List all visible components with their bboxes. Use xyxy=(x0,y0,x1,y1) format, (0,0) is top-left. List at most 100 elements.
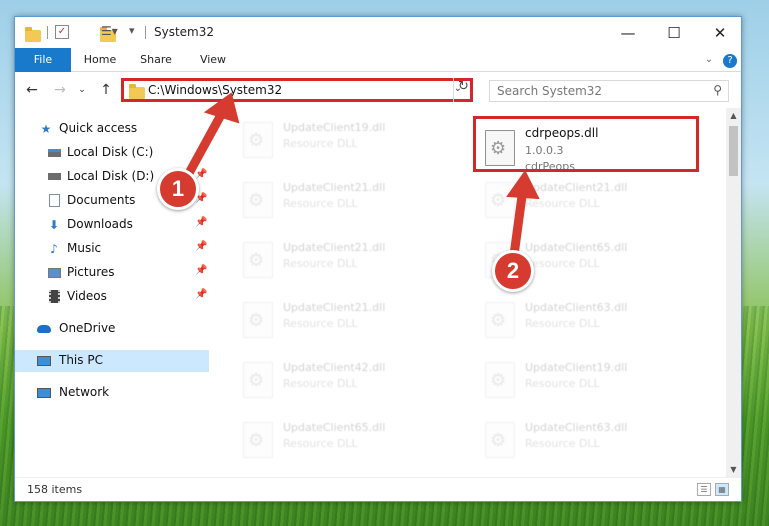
search-icon: ⚲ xyxy=(713,83,722,97)
documents-icon xyxy=(47,194,61,207)
title-bar: ✓ ☰▾ ▾ System32 — ☐ ✕ xyxy=(15,17,741,48)
nav-item-local-disk-c[interactable]: Local Disk (C:) xyxy=(15,142,209,164)
minimize-button[interactable]: — xyxy=(605,17,651,48)
highlight-box xyxy=(473,116,699,172)
file-type: Resource DLL xyxy=(283,317,358,330)
file-name: UpdateClient65.dll xyxy=(525,241,628,254)
back-button[interactable]: ← xyxy=(23,82,41,98)
file-type: Resource DLL xyxy=(283,437,358,450)
vertical-scrollbar[interactable]: ▲ ▼ xyxy=(726,108,741,478)
tab-view[interactable]: View xyxy=(191,48,235,72)
nav-item-label: Network xyxy=(59,385,110,399)
item-count: 158 items xyxy=(27,483,83,496)
dll-file-icon xyxy=(243,302,273,338)
customize-toolbar-icon[interactable]: ☰▾ xyxy=(101,24,118,42)
window-title: System32 xyxy=(154,25,215,39)
nav-item-this-pc[interactable]: This PC xyxy=(15,350,209,372)
nav-item-onedrive[interactable]: OneDrive xyxy=(15,318,209,340)
dll-file-icon xyxy=(485,182,515,218)
file-item[interactable]: UpdateClient63.dll Resource DLL xyxy=(477,292,707,348)
tab-share[interactable]: Share xyxy=(133,48,179,72)
pin-icon: 📌 xyxy=(195,241,208,252)
network-icon xyxy=(37,386,51,399)
dll-file-icon xyxy=(485,362,515,398)
file-item[interactable]: UpdateClient21.dll Resource DLL xyxy=(235,172,465,228)
scroll-down-icon[interactable]: ▼ xyxy=(726,462,741,478)
forward-button[interactable]: → xyxy=(51,82,69,98)
scroll-up-icon[interactable]: ▲ xyxy=(726,108,741,124)
search-input[interactable]: Search System32 ⚲ xyxy=(489,80,729,102)
dll-file-icon xyxy=(243,182,273,218)
divider xyxy=(47,26,48,39)
large-icons-view-icon[interactable]: ▦ xyxy=(715,483,729,496)
help-icon[interactable]: ? xyxy=(721,48,739,72)
file-item[interactable]: UpdateClient19.dll Resource DLL xyxy=(477,352,707,408)
address-bar[interactable]: C:\Windows\System32 ⌄ xyxy=(121,78,473,102)
nav-item-music[interactable]: ♪ Music 📌 xyxy=(15,238,209,260)
pin-icon: 📌 xyxy=(195,217,208,228)
dll-file-icon xyxy=(243,362,273,398)
maximize-button[interactable]: ☐ xyxy=(651,17,697,48)
nav-item-pictures[interactable]: Pictures 📌 xyxy=(15,262,209,284)
file-item[interactable]: UpdateClient21.dll Resource DLL xyxy=(477,172,707,228)
file-name: UpdateClient63.dll xyxy=(525,301,628,314)
tab-home[interactable]: Home xyxy=(77,48,123,72)
pin-icon: 📌 xyxy=(195,289,208,300)
step-badge-1: 1 xyxy=(157,168,199,210)
file-type: Resource DLL xyxy=(525,437,600,450)
chevron-down-icon[interactable]: ⌄ xyxy=(701,48,717,72)
file-name: UpdateClient21.dll xyxy=(283,301,386,314)
nav-item-label: Documents xyxy=(67,193,136,207)
file-item[interactable]: UpdateClient19.dll Resource DLL xyxy=(235,112,465,168)
file-name: UpdateClient63.dll xyxy=(525,421,628,434)
recent-locations-icon[interactable]: ⌄ xyxy=(73,85,91,95)
drive-icon xyxy=(47,170,61,183)
nav-item-label: Local Disk (C:) xyxy=(67,145,154,159)
file-item[interactable]: UpdateClient42.dll Resource DLL xyxy=(235,352,465,408)
file-item[interactable]: UpdateClient63.dll Resource DLL xyxy=(477,412,707,468)
nav-item-network[interactable]: Network xyxy=(15,382,209,404)
file-item[interactable]: UpdateClient21.dll Resource DLL xyxy=(235,232,465,288)
pictures-icon xyxy=(47,266,61,279)
address-path: C:\Windows\System32 xyxy=(148,83,283,97)
file-name: UpdateClient21.dll xyxy=(283,181,386,194)
nav-item-label: Downloads xyxy=(67,217,133,231)
file-item[interactable]: UpdateClient21.dll Resource DLL xyxy=(235,292,465,348)
navigation-pane: ★ Quick access Local Disk (C:) Local Dis… xyxy=(15,108,209,478)
properties-icon[interactable]: ✓ xyxy=(55,25,69,39)
pin-icon: 📌 xyxy=(195,169,208,180)
folder-icon xyxy=(129,84,145,99)
nav-item-label: OneDrive xyxy=(59,321,116,335)
pin-icon: 📌 xyxy=(195,265,208,276)
tab-file[interactable]: File xyxy=(15,48,71,72)
nav-item-quick-access[interactable]: ★ Quick access xyxy=(15,118,209,140)
drive-icon xyxy=(47,146,61,159)
ribbon-tabs: File Home Share View ⌄ ? xyxy=(15,48,741,72)
file-name: UpdateClient19.dll xyxy=(525,361,628,374)
close-button[interactable]: ✕ xyxy=(697,17,743,48)
nav-item-videos[interactable]: Videos 📌 xyxy=(15,286,209,308)
file-type: Resource DLL xyxy=(283,377,358,390)
scroll-thumb[interactable] xyxy=(729,126,738,176)
dll-file-icon xyxy=(243,242,273,278)
dll-file-icon xyxy=(485,422,515,458)
quick-access-dropdown-icon[interactable]: ▾ xyxy=(129,24,135,42)
nav-item-label: Quick access xyxy=(59,121,138,135)
nav-item-label: Videos xyxy=(67,289,107,303)
file-type: Resource DLL xyxy=(283,257,358,270)
music-icon: ♪ xyxy=(50,241,58,256)
up-button[interactable]: ↑ xyxy=(97,82,115,98)
step-badge-2: 2 xyxy=(492,250,534,292)
file-type: Resource DLL xyxy=(525,377,600,390)
nav-item-label: Music xyxy=(67,241,102,255)
refresh-button[interactable]: ↻ xyxy=(453,78,473,102)
details-view-icon[interactable]: ☰ xyxy=(697,483,711,496)
file-type: Resource DLL xyxy=(283,137,358,150)
nav-item-downloads[interactable]: ⬇ Downloads 📌 xyxy=(15,214,209,236)
file-type: Resource DLL xyxy=(283,197,358,210)
file-name: UpdateClient19.dll xyxy=(283,121,386,134)
file-item[interactable]: UpdateClient65.dll Resource DLL xyxy=(235,412,465,468)
file-name: UpdateClient42.dll xyxy=(283,361,386,374)
star-icon: ★ xyxy=(40,121,52,136)
cloud-icon xyxy=(37,322,51,335)
